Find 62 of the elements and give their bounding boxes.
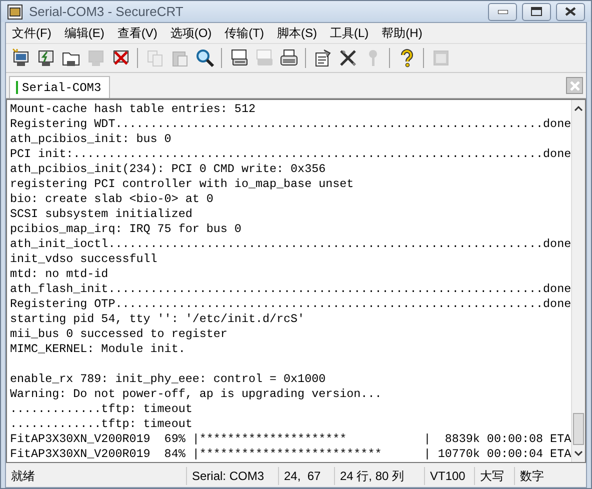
terminal-line: FitAP3X30XN_V200R019 84% |************************** | 10770k 00:00:04 ETA bbox=[10, 447, 572, 462]
terminal-line: Mount-cache hash table entries: 512 bbox=[10, 102, 256, 117]
terminal-line: ath_flash_init..............................................................done bbox=[10, 282, 572, 297]
num-indicator: 数字 bbox=[514, 467, 554, 485]
menu-item[interactable]: 文件(F) bbox=[8, 24, 60, 42]
terminal-line: mtd: no mtd-id bbox=[10, 267, 110, 282]
emulation-status: VT100 bbox=[424, 467, 474, 485]
terminal-line: init_vdso successfull bbox=[10, 252, 158, 267]
printer-icon bbox=[278, 48, 298, 68]
maximize-icon bbox=[531, 7, 542, 16]
close-icon bbox=[570, 80, 580, 90]
menu-item[interactable]: 传输(T) bbox=[220, 24, 273, 42]
menu-item[interactable]: 查看(V) bbox=[113, 24, 166, 42]
window-title: Serial-COM3 - SecureCRT bbox=[29, 4, 184, 19]
session-status: Serial: COM3 bbox=[186, 467, 278, 485]
terminal-line: SCSI subsystem initialized bbox=[10, 207, 194, 222]
menu-item[interactable]: 选项(O) bbox=[166, 24, 221, 42]
close-tab-button[interactable] bbox=[566, 77, 583, 94]
terminal-line: ath_init_ioctl..............................................................done bbox=[10, 237, 572, 252]
terminal-line: .............tftp: timeout bbox=[10, 417, 194, 432]
window-icon bbox=[430, 48, 450, 68]
copy-icon bbox=[144, 48, 164, 68]
minimize-button[interactable] bbox=[488, 2, 517, 20]
printer-icon bbox=[228, 48, 248, 68]
terminal-line: PCI init:...................................................................done bbox=[10, 147, 572, 162]
close-button[interactable] bbox=[556, 2, 585, 20]
menu-item[interactable]: 帮助(H) bbox=[378, 24, 432, 42]
terminal-line: Registering WDT.............................................................done bbox=[10, 117, 572, 132]
terminal-size: 24 行, 80 列 bbox=[334, 467, 424, 485]
status-text: 就绪 bbox=[10, 468, 36, 485]
monitor-icon bbox=[36, 48, 56, 68]
menu-item[interactable]: 编辑(E) bbox=[60, 24, 114, 42]
terminal-line: registering PCI controller with io_map_base unset bbox=[10, 177, 355, 192]
terminal-line: ath_pcibios_init(234): PCI 0 CMD write: 0x356 bbox=[10, 162, 327, 177]
monitor-icon bbox=[10, 48, 30, 68]
terminal-line: bio: create slab <bio-0> at 0 bbox=[10, 192, 214, 207]
app-icon bbox=[7, 4, 23, 20]
maximize-button[interactable] bbox=[522, 2, 551, 20]
session-tab[interactable]: Serial-COM3 bbox=[9, 76, 110, 98]
tools-icon bbox=[338, 48, 358, 68]
terminal-line: Warning: Do not power-off, ap is upgrading version... bbox=[10, 387, 383, 402]
terminal-line: Registering OTP.............................................................done bbox=[10, 297, 572, 312]
document-icon bbox=[312, 48, 332, 68]
monitor-icon bbox=[86, 48, 106, 68]
scroll-thumb[interactable] bbox=[573, 413, 584, 445]
menu-item[interactable]: 脚本(S) bbox=[272, 24, 326, 42]
terminal-line: pcibios_map_irq: IRQ 75 for bus 0 bbox=[10, 222, 242, 237]
scrollbar[interactable] bbox=[571, 100, 585, 462]
search-icon bbox=[194, 48, 214, 68]
terminal-line: mii_bus 0 successed to register bbox=[10, 327, 228, 342]
cursor-position: 24, 67 bbox=[278, 467, 334, 485]
minimize-icon bbox=[498, 10, 508, 14]
terminal-line: enable_rx 789: init_phy_eee: control = 0x1000 bbox=[10, 372, 327, 387]
terminal-line: ath_pcibios_init: bus 0 bbox=[10, 132, 172, 147]
menu-item[interactable]: 工具(L) bbox=[326, 24, 378, 42]
close-icon bbox=[565, 7, 576, 16]
terminal-line: starting pid 54, tty '': '/etc/init.d/rcS' bbox=[10, 312, 306, 327]
printer-icon bbox=[254, 48, 274, 68]
terminal-line: FitAP3X30XN_V200R019 69% |********************* | 8839k 00:00:08 ETA bbox=[10, 432, 572, 447]
caps-indicator: 大写 bbox=[474, 467, 514, 485]
terminal-line: .............tftp: timeout bbox=[10, 402, 194, 417]
terminal-line: MIMC_KERNEL: Module init. bbox=[10, 342, 186, 357]
